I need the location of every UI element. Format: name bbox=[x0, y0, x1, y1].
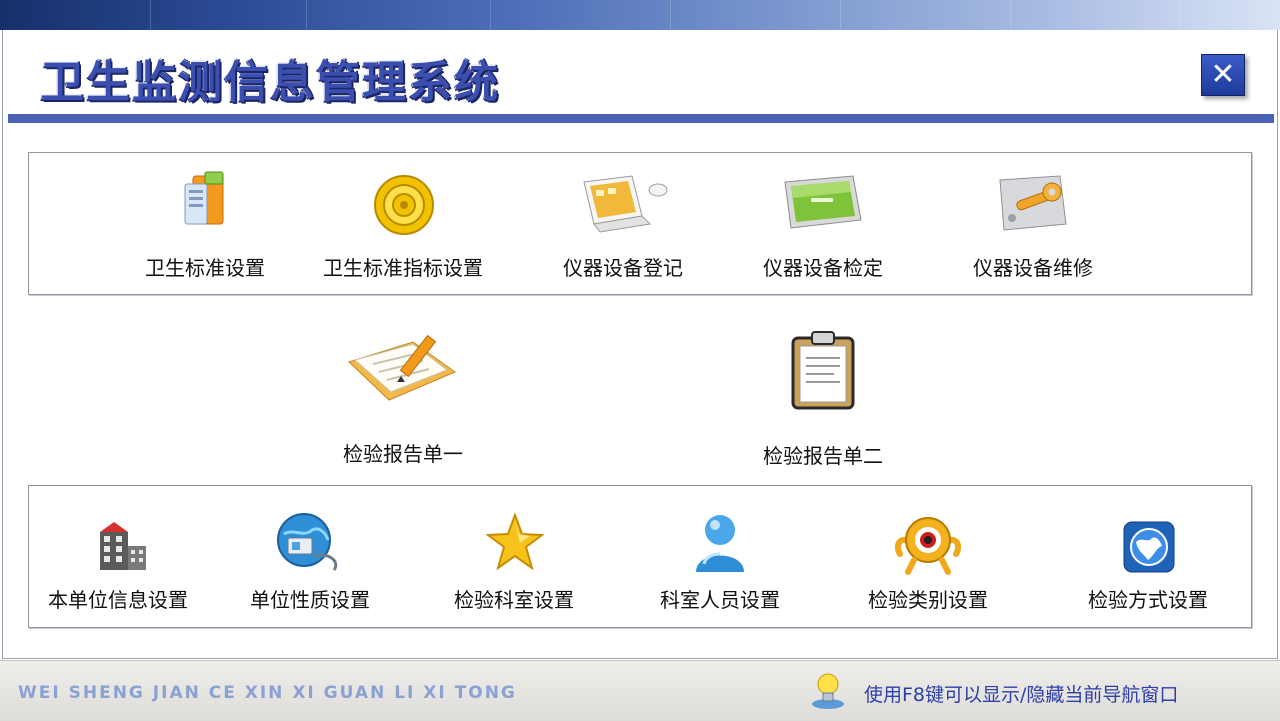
world-icon bbox=[1123, 521, 1175, 573]
close-icon: ✕ bbox=[1210, 57, 1236, 92]
laptop-mouse-icon bbox=[583, 175, 668, 233]
nav-item-label: 卫生标准设置 bbox=[145, 256, 265, 280]
building-icon bbox=[100, 522, 146, 570]
clipboard-icon bbox=[791, 331, 855, 410]
nav-item-label: 本单位信息设置 bbox=[48, 588, 188, 612]
nav-item-label: 单位性质设置 bbox=[250, 588, 370, 612]
nav-item-instrument-register[interactable]: 仪器设备登记 bbox=[548, 170, 698, 280]
window-top-gradient-bar bbox=[0, 0, 1280, 30]
app-title: 卫生监测信息管理系统 bbox=[40, 57, 500, 108]
nav-item-label: 仪器设备检定 bbox=[763, 256, 883, 280]
bottom-settings-panel bbox=[28, 485, 1252, 628]
monitor-icon bbox=[784, 175, 862, 229]
notepad-pencil-icon bbox=[348, 334, 457, 401]
nav-item-report-two[interactable]: 检验报告单二 bbox=[738, 330, 908, 468]
nav-item-unit-info[interactable]: 本单位信息设置 bbox=[34, 512, 202, 612]
nav-item-label: 检验报告单二 bbox=[763, 444, 883, 468]
nav-item-instrument-calibration[interactable]: 仪器设备检定 bbox=[748, 170, 898, 280]
nav-item-unit-type[interactable]: 单位性质设置 bbox=[236, 512, 384, 612]
globe-phone-icon bbox=[277, 513, 338, 571]
user-icon bbox=[696, 515, 744, 572]
lightbulb-icon bbox=[812, 673, 844, 709]
folder-document-icon bbox=[184, 171, 224, 225]
nav-item-test-category[interactable]: 检验类别设置 bbox=[854, 512, 1002, 612]
wrench-icon bbox=[999, 175, 1067, 231]
title-divider bbox=[8, 114, 1274, 123]
footer-hint-text: 使用F8键可以显示/隐藏当前导航窗口 bbox=[864, 684, 1179, 706]
nav-item-lab-department[interactable]: 检验科室设置 bbox=[440, 512, 588, 612]
star-icon bbox=[486, 512, 544, 571]
nav-item-test-method[interactable]: 检验方式设置 bbox=[1074, 512, 1222, 612]
nav-item-report-one[interactable]: 检验报告单一 bbox=[318, 332, 488, 467]
target-icon bbox=[374, 175, 434, 235]
close-button[interactable]: ✕ bbox=[1201, 54, 1245, 96]
nav-item-label: 检验科室设置 bbox=[454, 588, 574, 612]
nav-item-label: 检验类别设置 bbox=[868, 588, 988, 612]
nav-item-instrument-repair[interactable]: 仪器设备维修 bbox=[958, 170, 1108, 280]
footer-pinyin-text: WEI SHENG JIAN CE XIN XI GUAN LI XI TONG bbox=[18, 683, 517, 703]
nav-item-health-standard[interactable]: 卫生标准设置 bbox=[130, 170, 280, 280]
eye-figure-icon bbox=[894, 517, 962, 575]
nav-item-label: 检验方式设置 bbox=[1088, 588, 1208, 612]
nav-item-health-standard-index[interactable]: 卫生标准指标设置 bbox=[308, 170, 498, 280]
nav-item-label: 卫生标准指标设置 bbox=[323, 256, 483, 280]
nav-item-label: 仪器设备维修 bbox=[973, 256, 1093, 280]
nav-item-label: 仪器设备登记 bbox=[563, 256, 683, 280]
nav-item-label: 科室人员设置 bbox=[660, 588, 780, 612]
nav-item-department-staff[interactable]: 科室人员设置 bbox=[646, 512, 794, 612]
nav-item-label: 检验报告单一 bbox=[343, 442, 463, 466]
